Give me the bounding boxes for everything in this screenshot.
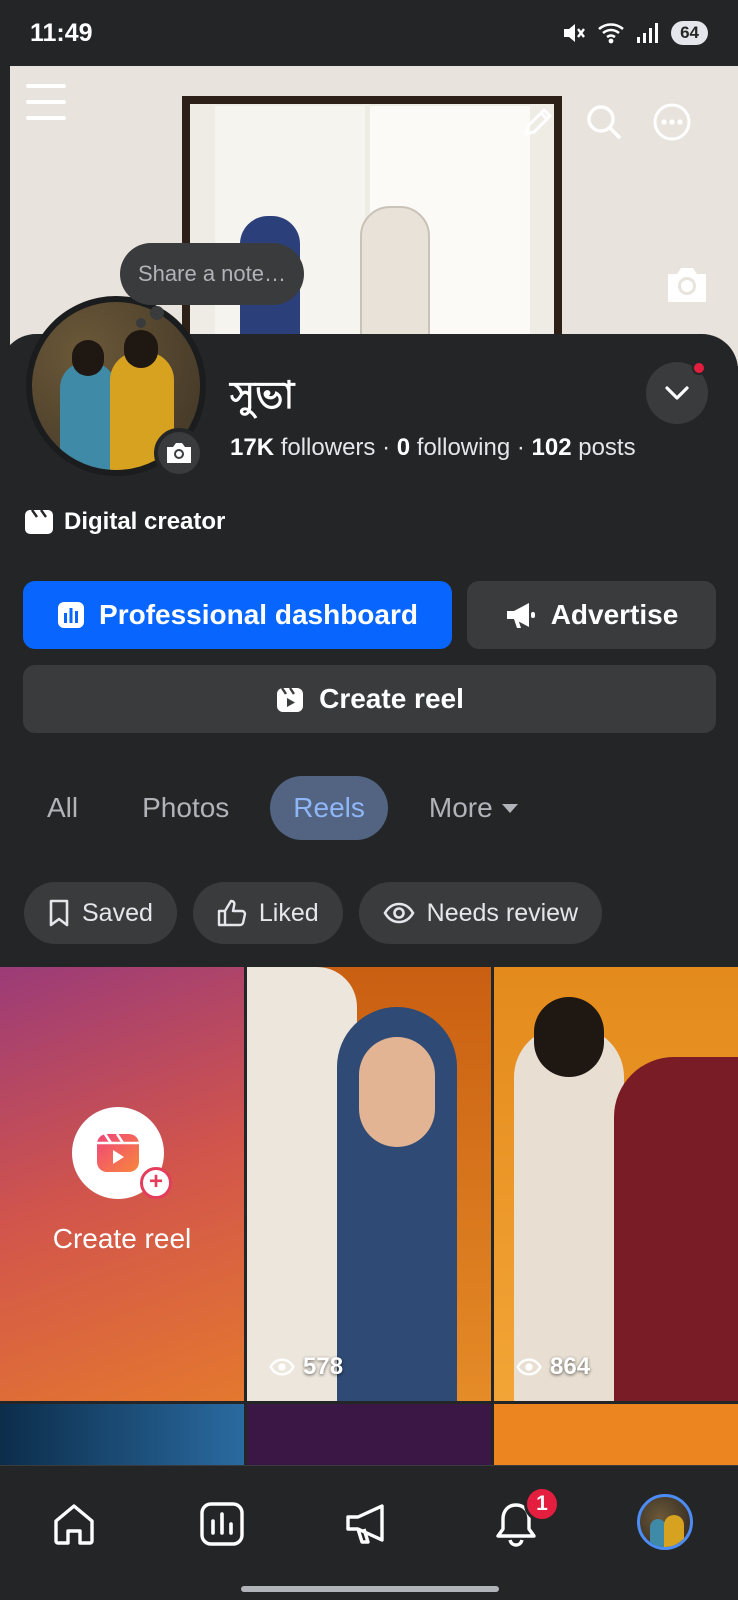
following-label[interactable]: following	[417, 434, 510, 461]
note-bubble-tail	[150, 306, 164, 320]
battery-icon: 64	[671, 21, 708, 45]
advertise-label: Advertise	[550, 599, 679, 630]
caret-down-icon	[501, 804, 518, 813]
plus-icon: +	[140, 1167, 172, 1199]
view-count-value: 864	[550, 1353, 591, 1380]
create-reel-tile-label: Create reel	[52, 1223, 192, 1254]
posts-label: posts	[578, 434, 636, 461]
bookmark-icon	[49, 899, 69, 927]
thumbnail-figure	[359, 1037, 435, 1147]
profile-category: Digital creator	[24, 508, 225, 536]
tab-more[interactable]: More	[406, 776, 544, 840]
create-reel-button[interactable]: Create reel	[23, 665, 716, 733]
edit-pencil-icon[interactable]	[518, 102, 558, 142]
reel-thumbnail[interactable]: 578	[247, 967, 491, 1401]
cover-camera-icon[interactable]	[664, 264, 710, 304]
profile-tabs: All Photos Reels More	[24, 776, 544, 840]
status-bar: 11:49 64	[0, 0, 738, 66]
stats-separator: ·	[516, 434, 525, 461]
notification-dot	[692, 361, 706, 375]
avatar-camera-icon[interactable]	[154, 428, 204, 478]
posts-count: 102	[531, 434, 572, 461]
eye-icon	[516, 1358, 542, 1376]
followers-count[interactable]: 17K	[230, 434, 274, 461]
create-reel-tile[interactable]: + Create reel	[0, 967, 244, 1401]
professional-dashboard-button[interactable]: Professional dashboard	[23, 581, 452, 649]
tab-more-label: More	[428, 792, 493, 823]
bottom-nav: 1	[0, 1465, 738, 1600]
home-indicator[interactable]	[241, 1586, 499, 1592]
chevron-down-icon	[665, 386, 689, 400]
followers-label[interactable]: followers	[281, 434, 376, 461]
dashboard-icon[interactable]	[194, 1496, 250, 1552]
view-count: 578	[269, 1353, 343, 1381]
thumbs-up-icon	[217, 899, 247, 927]
eye-icon	[269, 1358, 295, 1376]
reel-thumbnail[interactable]	[0, 1404, 244, 1465]
profile-name: সুভা	[230, 373, 295, 417]
mute-icon	[564, 24, 586, 42]
more-icon[interactable]	[652, 102, 692, 142]
eye-icon	[383, 902, 415, 924]
view-count: 864	[516, 1353, 590, 1381]
reel-thumbnail[interactable]	[494, 1404, 738, 1465]
thumbnail-figure	[614, 1057, 738, 1401]
status-time: 11:49	[30, 18, 93, 47]
category-label: Digital creator	[64, 508, 226, 535]
reel-icon	[277, 687, 304, 712]
thumbnail-figure	[534, 997, 604, 1077]
clapperboard-icon	[25, 509, 53, 534]
notification-badge: 1	[524, 1486, 560, 1522]
menu-icon[interactable]	[26, 84, 66, 120]
chip-liked[interactable]: Liked	[192, 882, 343, 944]
reel-icon	[97, 1133, 139, 1172]
chip-needs-review-label: Needs review	[426, 898, 579, 927]
reel-thumbnail[interactable]: 864	[494, 967, 738, 1401]
signal-icon	[637, 23, 659, 43]
reels-grid: + Create reel 578 864	[0, 967, 738, 1465]
share-note-bubble[interactable]: Share a note…	[120, 243, 304, 305]
megaphone-icon[interactable]	[340, 1496, 396, 1552]
home-icon[interactable]	[46, 1496, 102, 1552]
dashboard-label: Professional dashboard	[99, 599, 418, 630]
cover-toolbar	[0, 66, 738, 176]
following-count[interactable]: 0	[397, 434, 410, 461]
chip-saved-label: Saved	[82, 898, 153, 927]
dashboard-icon	[58, 602, 85, 628]
create-reel-label: Create reel	[319, 683, 464, 714]
stats-separator: ·	[382, 434, 391, 461]
chip-liked-label: Liked	[258, 898, 319, 927]
tab-reels[interactable]: Reels	[270, 776, 388, 840]
wifi-icon	[598, 23, 624, 44]
search-icon[interactable]	[584, 102, 624, 142]
view-count-value: 578	[303, 1353, 344, 1380]
chip-saved[interactable]: Saved	[24, 882, 177, 944]
thumbnail-figure	[514, 1027, 624, 1401]
profile-stats: 17K followers · 0 following · 102 posts	[230, 434, 636, 462]
profile-avatar-tab[interactable]	[637, 1494, 693, 1550]
chip-needs-review[interactable]: Needs review	[358, 882, 603, 944]
note-bubble-tail	[136, 318, 146, 328]
tab-all[interactable]: All	[24, 776, 101, 840]
status-icons: 64	[561, 20, 708, 46]
filter-chips: Saved Liked Needs review	[24, 882, 603, 944]
advertise-button[interactable]: Advertise	[467, 581, 716, 649]
reel-thumbnail[interactable]	[247, 1404, 491, 1465]
tab-photos[interactable]: Photos	[119, 776, 252, 840]
megaphone-icon	[506, 603, 535, 628]
